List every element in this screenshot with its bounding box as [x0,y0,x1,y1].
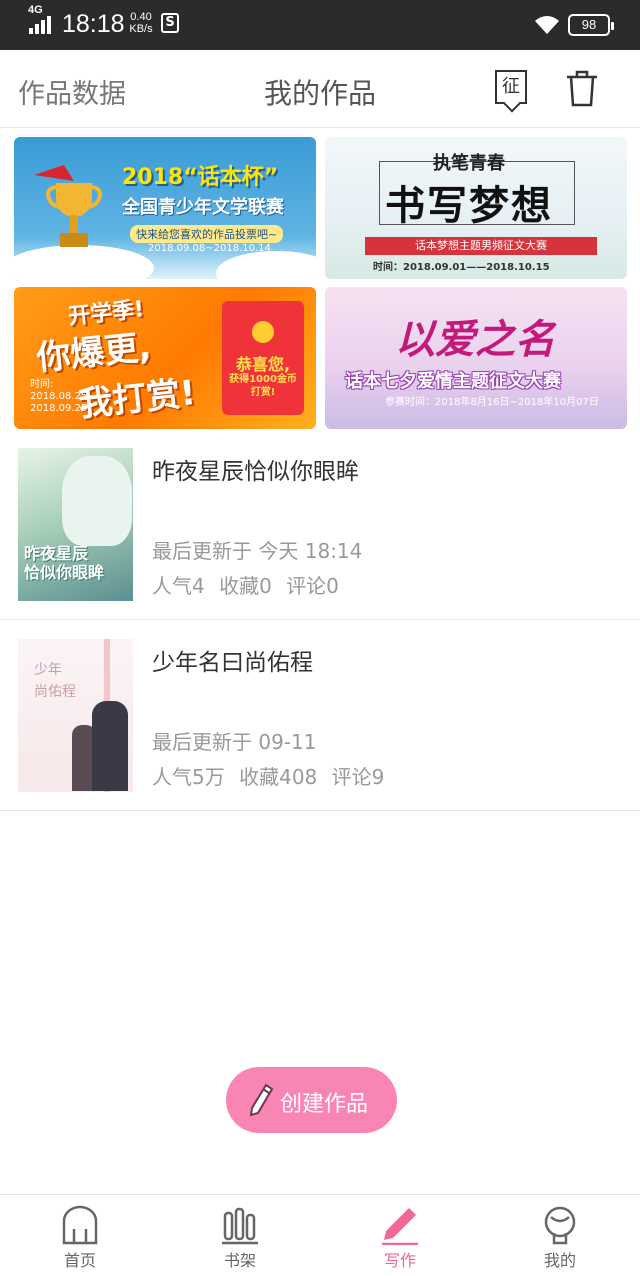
work-stats: 人气4 收藏0 评论0 [152,570,347,599]
popularity-count: 人气4 [152,574,205,598]
tab-write[interactable]: 写作 [320,1195,480,1276]
speed-unit: KB/s [129,23,153,35]
tab-label: 写作 [383,1251,416,1270]
envelope-reward: 获得1000金币 [229,374,297,385]
banner-date-end: 2018.09.25 [30,403,88,414]
create-work-label: 创建作品 [280,1092,369,1117]
tab-bookshelf[interactable]: 书架 [160,1195,320,1276]
contest-icon[interactable]: 征 [495,70,527,104]
banner-dates: 2018.09.08~2018.10.14 [148,243,271,254]
tab-label: 我的 [543,1251,576,1270]
network-type: 4G [28,4,43,16]
tab-label: 首页 [63,1251,96,1270]
banner-subtitle: 话本七夕爱情主题征文大赛 [345,371,561,392]
banner-subtitle: 全国青少年文学联赛 [122,197,284,218]
wifi-icon [535,16,559,34]
banner-date-start: 2018.08.25~ [30,391,96,402]
home-icon [62,1205,98,1245]
speed-value: 0.40 [130,11,152,23]
cover-illustration [92,701,128,791]
update-time: 09-11 [258,730,317,754]
clock: 18:18 [62,10,125,38]
cover-title-line: 恰似你眼眸 [24,563,105,582]
cover-title: 昨夜星辰 恰似你眼眸 [24,544,104,582]
banner-dates: 参赛时间：2018年8月16日~2018年10月07日 [385,397,599,408]
banner-write-dream[interactable]: 执笔青春 书写梦想 话本梦想主题男频征文大赛 时间：2018.09.01——20… [325,137,627,279]
book-cover: 昨夜星辰 恰似你眼眸 [18,448,133,601]
cover-title-line: 少年 [34,662,62,678]
tab-home[interactable]: 首页 [0,1195,160,1276]
tab-profile[interactable]: 我的 [480,1195,640,1276]
work-title: 昨夜星辰恰似你眼眸 [152,459,359,485]
profile-icon [544,1206,576,1245]
envelope-subtext: 获得1000金币 打赏! [222,373,304,399]
favorites-count: 收藏408 [239,765,318,789]
banner-subtitle: 书写梦想 [385,182,553,229]
tab-label: 书架 [223,1251,256,1270]
notification-s-icon: S [161,13,179,33]
banner-title: 2018“话本杯” [122,165,279,190]
banner-title: 执笔青春 [433,153,505,174]
trash-icon[interactable] [564,68,600,108]
comments-count: 评论0 [286,574,339,598]
book-cover: 少年 尚佑程 [18,639,133,792]
banner-title: 以爱之名 [395,316,555,363]
coin-icon [252,321,274,343]
work-list-item[interactable]: 少年 尚佑程 少年名曰尚佑程 最后更新于 09-11 人气5万 收藏408 评论… [0,619,640,811]
banner-dates: 时间: 2018.08.25~ 2018.09.25 [30,379,96,415]
red-envelope-icon: 恭喜您, 获得1000金币 打赏! [222,301,304,415]
work-updated: 最后更新于 今天 18:14 [152,535,362,564]
pen-icon [382,1208,418,1245]
status-bar: 4G 18:18 0.40 KB/s S 98 [0,0,640,50]
banner-back-to-school[interactable]: 开学季! 你爆更, 我打赏! 时间: 2018.08.25~ 2018.09.2… [14,287,316,429]
battery-icon: 98 [568,14,614,36]
cover-title-line: 尚佑程 [34,684,76,700]
banner-dates: 时间：2018.09.01——2018.10.15 [373,262,550,273]
work-stats: 人气5万 收藏408 评论9 [152,761,392,790]
work-list-item[interactable]: 昨夜星辰 恰似你眼眸 昨夜星辰恰似你眼眸 最后更新于 今天 18:14 人气4 … [0,428,640,620]
banner-date-label: 时间: [30,379,54,390]
envelope-text: 恭喜您, [235,355,291,374]
top-header: 作品数据 我的作品 征 [0,50,640,128]
page-title: 我的作品 [263,77,376,110]
popularity-count: 人气5万 [152,765,225,789]
banner-tagline: 话本梦想主题男频征文大赛 [365,237,597,255]
favorites-count: 收藏0 [219,574,272,598]
bookshelf-icon [222,1207,258,1245]
update-label: 最后更新于 [152,539,252,563]
update-time: 今天 18:14 [258,539,363,563]
envelope-reward-2: 打赏! [250,387,276,398]
cover-title: 少年 尚佑程 [34,659,76,703]
banner-tagline: 快来给您喜欢的作品投票吧~ [130,225,284,243]
cover-title-line: 昨夜星辰 [24,544,89,563]
work-title: 少年名曰尚佑程 [152,650,313,676]
bottom-tab-bar: 首页 书架 写作 我的 [0,1194,640,1276]
trophy-icon [34,165,102,247]
cloud-decoration [216,251,316,279]
cover-illustration [62,456,132,546]
banner-huaben-cup[interactable]: 2018“话本杯” 全国青少年文学联赛 快来给您喜欢的作品投票吧~ 2018.0… [14,137,316,279]
pencil-icon [249,1083,274,1117]
update-label: 最后更新于 [152,730,252,754]
work-updated: 最后更新于 09-11 [152,726,316,755]
network-speed: 0.40 KB/s [126,11,156,35]
banner-qixi-contest[interactable]: 以爱之名 话本七夕爱情主题征文大赛 参赛时间：2018年8月16日~2018年1… [325,287,627,429]
create-work-button[interactable]: 创建作品 [226,1067,397,1133]
comments-count: 评论9 [331,765,385,789]
